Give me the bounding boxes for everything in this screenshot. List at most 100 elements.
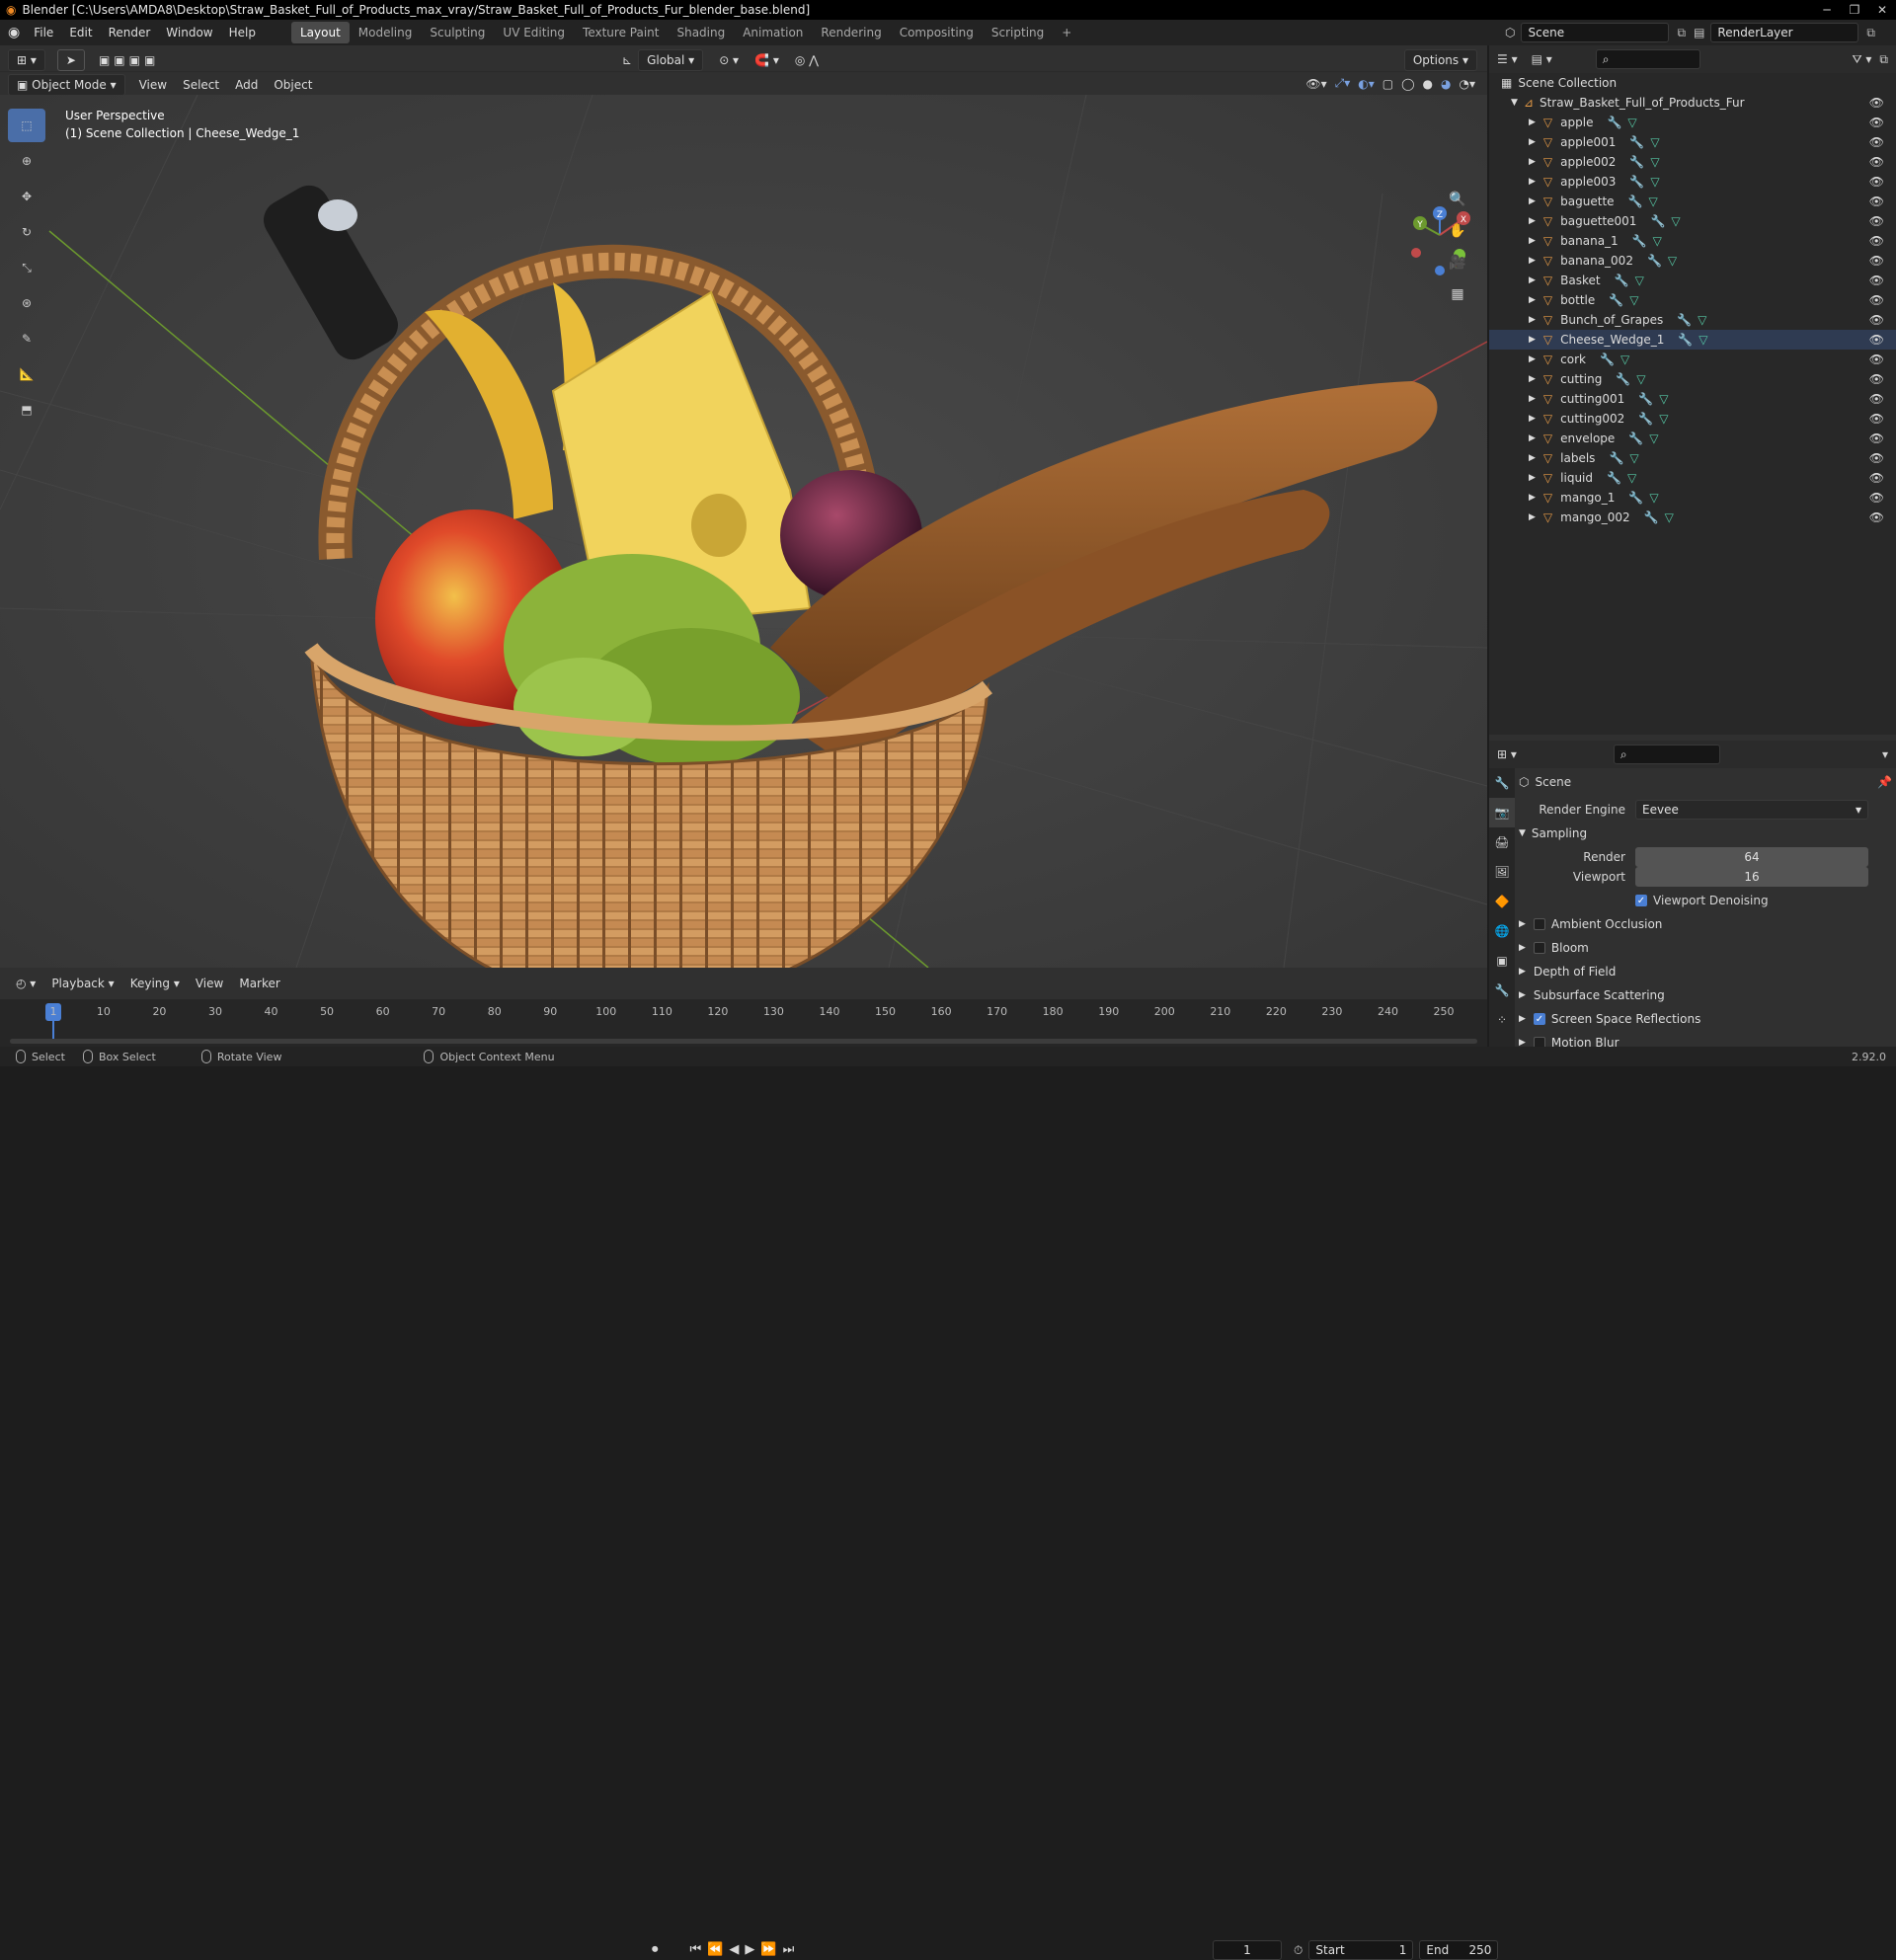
- eye-icon[interactable]: 👁: [1869, 214, 1884, 228]
- eye-icon[interactable]: 👁: [1869, 135, 1884, 149]
- modifier-icon[interactable]: 🔧: [1600, 353, 1615, 366]
- expand-arrow-icon[interactable]: ▶: [1529, 354, 1536, 364]
- outliner[interactable]: ▦ Scene Collection ▼ ⊿ Straw_Basket_Full…: [1489, 73, 1896, 735]
- next-keyframe-icon[interactable]: ⏩: [760, 1942, 776, 1957]
- expand-arrow-icon[interactable]: ▶: [1529, 493, 1536, 503]
- outliner-object-row[interactable]: ▶ ▽ banana_1 🔧 ▽ 👁: [1489, 231, 1896, 251]
- expand-arrow-icon[interactable]: ▶: [1529, 118, 1536, 127]
- eye-icon[interactable]: 👁: [1869, 451, 1884, 465]
- outliner-editor-type-icon[interactable]: ☰ ▾: [1497, 52, 1518, 66]
- expand-arrow-icon[interactable]: ▶: [1529, 473, 1536, 483]
- expand-arrow-icon[interactable]: ▶: [1529, 453, 1536, 463]
- play-icon[interactable]: ▶: [745, 1942, 754, 1957]
- outliner-object-row[interactable]: ▶ ▽ apple002 🔧 ▽ 👁: [1489, 152, 1896, 172]
- modifier-icon[interactable]: 🔧: [1677, 313, 1692, 327]
- render-tab-icon[interactable]: 📷: [1489, 798, 1515, 827]
- eye-icon[interactable]: 👁: [1869, 471, 1884, 485]
- menu-marker[interactable]: Marker: [231, 974, 287, 993]
- outliner-search-input[interactable]: ⌕: [1595, 49, 1700, 69]
- mesh-data-icon[interactable]: ▽: [1649, 431, 1658, 445]
- current-frame-field[interactable]: 1: [1213, 1940, 1282, 1960]
- eye-icon[interactable]: 👁: [1869, 195, 1884, 208]
- menu-view[interactable]: View: [131, 75, 175, 95]
- move-tool-icon[interactable]: ✥: [8, 180, 45, 213]
- eye-icon[interactable]: 👁: [1869, 392, 1884, 406]
- eye-icon[interactable]: 👁: [1869, 313, 1884, 327]
- modifier-tab-icon[interactable]: 🔧: [1489, 976, 1515, 1005]
- viewport-samples-field[interactable]: 16: [1635, 867, 1868, 887]
- render-section-header[interactable]: ▶ Ambient Occlusion: [1519, 912, 1892, 936]
- expand-arrow-icon[interactable]: ▶: [1529, 374, 1536, 384]
- section-enable-checkbox[interactable]: [1533, 942, 1545, 954]
- menu-window[interactable]: Window: [158, 26, 220, 39]
- viewport-denoising-checkbox[interactable]: ✓: [1635, 895, 1647, 906]
- tab-animation[interactable]: Animation: [734, 22, 812, 43]
- expand-arrow-icon[interactable]: ▶: [1529, 414, 1536, 424]
- scene-selector[interactable]: Scene: [1521, 23, 1670, 42]
- modifier-icon[interactable]: 🔧: [1629, 175, 1644, 189]
- eye-icon[interactable]: 👁: [1869, 372, 1884, 386]
- visibility-icon[interactable]: 👁▾: [1305, 77, 1326, 91]
- mesh-data-icon[interactable]: ▽: [1648, 195, 1657, 208]
- menu-select[interactable]: Select: [175, 75, 227, 95]
- particles-tab-icon[interactable]: ⁘: [1489, 1005, 1515, 1035]
- outliner-object-row[interactable]: ▶ ▽ liquid 🔧 ▽ 👁: [1489, 468, 1896, 488]
- filter-icon[interactable]: ⛛ ▾: [1853, 52, 1872, 67]
- modifier-icon[interactable]: 🔧: [1638, 412, 1653, 426]
- solid-shading-icon[interactable]: ●: [1423, 77, 1433, 91]
- eye-icon[interactable]: 👁: [1869, 274, 1884, 287]
- measure-tool-icon[interactable]: 📐: [8, 357, 45, 391]
- mesh-data-icon[interactable]: ▽: [1668, 254, 1677, 268]
- timeline-scrollbar[interactable]: [10, 1039, 1477, 1044]
- mesh-data-icon[interactable]: ▽: [1629, 293, 1638, 307]
- options-dropdown[interactable]: Options ▾: [1403, 49, 1477, 71]
- expand-arrow-icon[interactable]: ▶: [1529, 236, 1536, 246]
- new-scene-icon[interactable]: ⧉: [1677, 26, 1686, 40]
- outliner-object-row[interactable]: ▶ ▽ envelope 🔧 ▽ 👁: [1489, 429, 1896, 448]
- expand-arrow-icon[interactable]: ▶: [1529, 196, 1536, 206]
- modifier-icon[interactable]: 🔧: [1629, 135, 1644, 149]
- scene-collection-row[interactable]: ▦ Scene Collection: [1489, 73, 1896, 93]
- expand-arrow-icon[interactable]: ▶: [1529, 335, 1536, 345]
- expand-arrow-icon[interactable]: ▶: [1529, 512, 1536, 522]
- mesh-data-icon[interactable]: ▽: [1659, 392, 1668, 406]
- modifier-icon[interactable]: 🔧: [1607, 116, 1621, 129]
- modifier-icon[interactable]: 🔧: [1644, 510, 1659, 524]
- outliner-object-row[interactable]: ▶ ▽ baguette001 🔧 ▽ 👁: [1489, 211, 1896, 231]
- eye-icon[interactable]: 👁: [1869, 254, 1884, 268]
- collection-row[interactable]: ▼ ⊿ Straw_Basket_Full_of_Products_Fur 👁: [1489, 93, 1896, 113]
- snap-icon[interactable]: 🧲 ▾: [747, 50, 787, 70]
- expand-arrow-icon[interactable]: ▶: [1529, 137, 1536, 147]
- transform-tool-icon[interactable]: ⊛: [8, 286, 45, 320]
- mesh-data-icon[interactable]: ▽: [1650, 135, 1659, 149]
- modifier-icon[interactable]: 🔧: [1616, 372, 1630, 386]
- expand-arrow-icon[interactable]: ▶: [1529, 256, 1536, 266]
- mesh-data-icon[interactable]: ▽: [1636, 372, 1645, 386]
- mesh-data-icon[interactable]: ▽: [1671, 214, 1680, 228]
- jump-start-icon[interactable]: ⏮: [690, 1942, 702, 1957]
- outliner-object-row[interactable]: ▶ ▽ apple 🔧 ▽ 👁: [1489, 113, 1896, 132]
- xray-icon[interactable]: ▢: [1382, 77, 1393, 91]
- tab-layout[interactable]: Layout: [290, 22, 350, 43]
- end-frame-field[interactable]: End 250: [1419, 1940, 1499, 1960]
- scene-tab-icon[interactable]: 🔶: [1489, 887, 1515, 916]
- gizmo-toggle-icon[interactable]: ⤢▾: [1335, 76, 1351, 91]
- properties-options-icon[interactable]: ▾: [1882, 747, 1888, 761]
- timeline-ruler[interactable]: 1 10 20 30 40 50 60 70 80 90 100 110 120 130 140 150 160…: [0, 999, 1487, 1047]
- scale-tool-icon[interactable]: ⤡: [8, 251, 45, 284]
- eye-icon[interactable]: 👁: [1869, 353, 1884, 366]
- close-button[interactable]: ✕: [1868, 3, 1896, 17]
- outliner-object-row[interactable]: ▶ ▽ baguette 🔧 ▽ 👁: [1489, 192, 1896, 211]
- collapse-arrow-icon[interactable]: ▼: [1511, 98, 1518, 108]
- tab-uv-editing[interactable]: UV Editing: [494, 22, 574, 43]
- eye-icon[interactable]: 👁: [1869, 96, 1884, 110]
- tab-modeling[interactable]: Modeling: [350, 22, 422, 43]
- mesh-data-icon[interactable]: ▽: [1698, 313, 1706, 327]
- outliner-object-row[interactable]: ▶ ▽ apple003 🔧 ▽ 👁: [1489, 172, 1896, 192]
- modifier-icon[interactable]: 🔧: [1628, 431, 1643, 445]
- timeline-editor-type-icon[interactable]: ◴ ▾: [8, 974, 43, 993]
- tab-rendering[interactable]: Rendering: [812, 22, 890, 43]
- add-workspace-button[interactable]: +: [1053, 22, 1080, 43]
- ortho-grid-icon[interactable]: ▦: [1444, 280, 1471, 308]
- mesh-data-icon[interactable]: ▽: [1627, 116, 1636, 129]
